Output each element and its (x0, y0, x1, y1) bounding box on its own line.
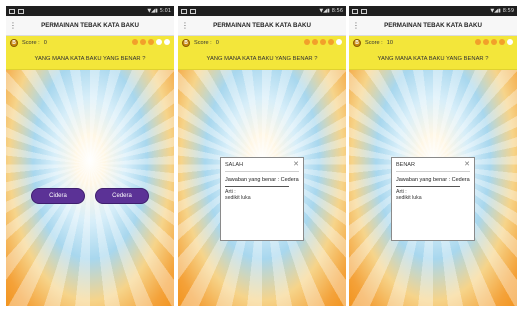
life-dot-icon (328, 39, 334, 45)
life-dot-icon (483, 39, 489, 45)
life-dot-icon (507, 39, 513, 45)
notification-icon (9, 8, 15, 14)
life-dot-icon (336, 39, 342, 45)
question-text: YANG MANA KATA BAKU YANG BENAR ? (6, 49, 174, 70)
notification-icon (352, 8, 358, 14)
life-dot-icon (491, 39, 497, 45)
signal-icon: ▼◢▮ (490, 8, 501, 14)
meaning-text: sedikit luka (396, 195, 422, 201)
status-time: 5:01 (159, 8, 171, 14)
score-value: 0 (215, 39, 219, 46)
score-bar: B Score : 0 (6, 36, 174, 49)
correct-answer-text: Jawaban yang benar : Cedera (396, 177, 470, 183)
life-dot-icon (132, 39, 138, 45)
status-bar: ▼◢▮ 8:56 (178, 6, 346, 16)
app-bar: ⋮ PERMAINAN TEBAK KATA BAKU (349, 16, 517, 36)
answer-options: Cidera Cedera (6, 188, 174, 204)
life-indicators (475, 39, 513, 45)
app-title: PERMAINAN TEBAK KATA BAKU (213, 22, 311, 29)
divider (225, 186, 289, 187)
app-bar: ⋮ PERMAINAN TEBAK KATA BAKU (6, 16, 174, 36)
life-dot-icon (148, 39, 154, 45)
notification-icon (18, 8, 24, 14)
question-text: YANG MANA KATA BAKU YANG BENAR ? (178, 49, 346, 70)
meaning-text: sedikit luka (225, 195, 251, 201)
close-icon[interactable]: ✕ (293, 161, 299, 168)
phone-screen-2: ▼◢▮ 8:56 ⋮ PERMAINAN TEBAK KATA BAKU B S… (178, 6, 346, 306)
menu-icon[interactable]: ⋮ (349, 21, 363, 30)
coin-icon: B (182, 38, 190, 47)
life-dot-icon (312, 39, 318, 45)
status-bar: ▼◢▮ 8:59 (349, 6, 517, 16)
coin-icon: B (10, 38, 18, 47)
life-indicators (304, 39, 342, 45)
correct-answer-text: Jawaban yang benar : Cedera (225, 177, 299, 183)
phone-screen-3: ▼◢▮ 8:59 ⋮ PERMAINAN TEBAK KATA BAKU B S… (349, 6, 517, 306)
signal-icon: ▼◢▮ (147, 8, 158, 14)
question-text: YANG MANA KATA BAKU YANG BENAR ? (349, 49, 517, 70)
score-bar: B Score : 10 (349, 36, 517, 49)
divider (396, 171, 470, 172)
life-dot-icon (475, 39, 481, 45)
life-indicators (132, 39, 170, 45)
life-dot-icon (164, 39, 170, 45)
life-dot-icon (140, 39, 146, 45)
score-value: 10 (386, 39, 393, 46)
signal-icon: ▼◢▮ (319, 8, 330, 14)
phone-screen-1: ▼◢▮ 5:01 ⋮ PERMAINAN TEBAK KATA BAKU B S… (6, 6, 174, 306)
life-dot-icon (499, 39, 505, 45)
dialog-title: BENAR (396, 161, 415, 168)
score-label: Score : (22, 39, 40, 46)
app-bar: ⋮ PERMAINAN TEBAK KATA BAKU (178, 16, 346, 36)
app-title: PERMAINAN TEBAK KATA BAKU (41, 22, 139, 29)
score-label: Score : (194, 39, 212, 46)
dialog-title: SALAH (225, 161, 244, 168)
score-value: 0 (43, 39, 47, 46)
close-icon[interactable]: ✕ (464, 161, 470, 168)
score-label: Score : (365, 39, 383, 46)
life-dot-icon (156, 39, 162, 45)
score-bar: B Score : 0 (178, 36, 346, 49)
status-time: 8:56 (331, 8, 343, 14)
divider (225, 171, 299, 172)
life-dot-icon (320, 39, 326, 45)
status-time: 8:59 (502, 8, 514, 14)
app-title: PERMAINAN TEBAK KATA BAKU (384, 22, 482, 29)
result-dialog: SALAH ✕ Jawaban yang benar : Cedera Arti… (220, 157, 304, 241)
menu-icon[interactable]: ⋮ (178, 21, 192, 30)
answer-button-cedera[interactable]: Cedera (95, 188, 149, 204)
notification-icon (181, 8, 187, 14)
notification-icon (361, 8, 367, 14)
divider (396, 186, 460, 187)
notification-icon (190, 8, 196, 14)
status-bar: ▼◢▮ 5:01 (6, 6, 174, 16)
menu-icon[interactable]: ⋮ (6, 21, 20, 30)
life-dot-icon (304, 39, 310, 45)
coin-icon: B (353, 38, 361, 47)
result-dialog: BENAR ✕ Jawaban yang benar : Cedera Arti… (391, 157, 475, 241)
answer-button-cidera[interactable]: Cidera (31, 188, 85, 204)
